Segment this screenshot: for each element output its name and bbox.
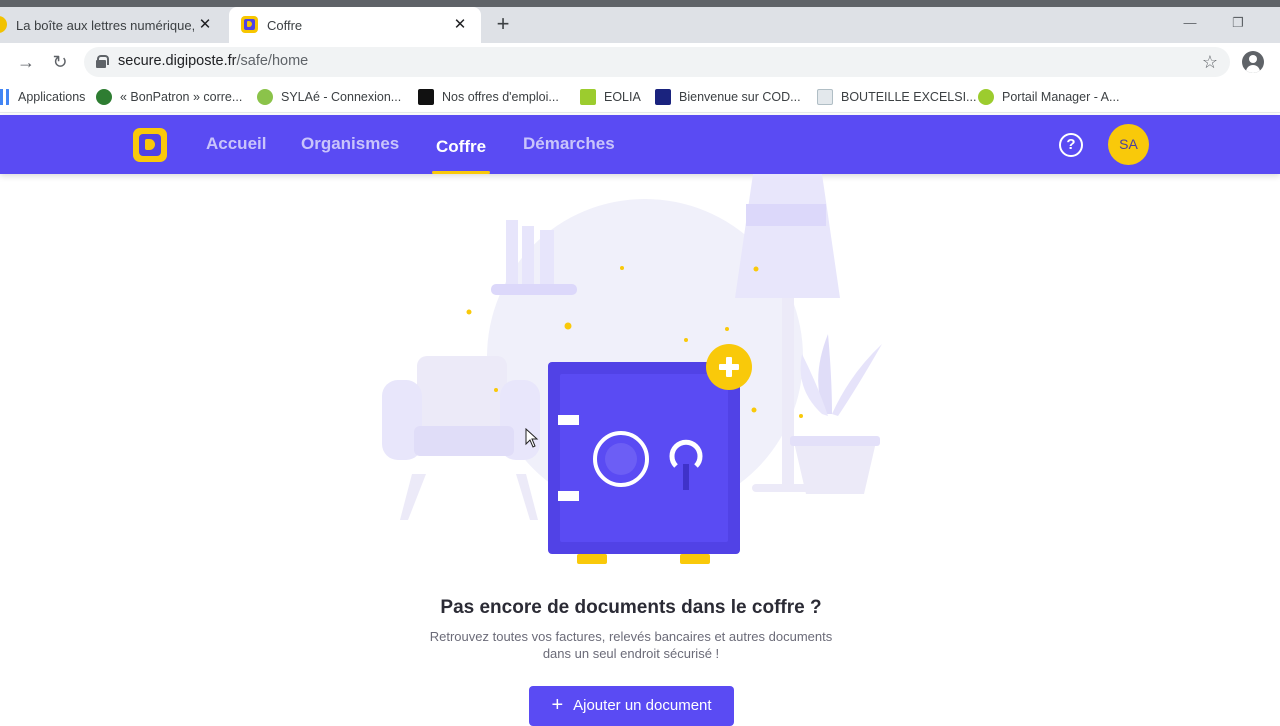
bookmark-sylae[interactable]: SYLAé - Connexion... bbox=[257, 88, 401, 106]
new-tab-button[interactable]: + bbox=[491, 12, 515, 36]
nav-accueil[interactable]: Accueil bbox=[206, 134, 266, 154]
plus-icon: + bbox=[551, 694, 564, 716]
mouse-cursor-icon bbox=[525, 428, 539, 448]
apps-grid-icon bbox=[0, 89, 10, 105]
sylae-logo-icon bbox=[257, 89, 273, 105]
lock-icon bbox=[96, 55, 109, 68]
document-page-icon bbox=[817, 89, 833, 105]
add-document-button[interactable]: + Ajouter un document bbox=[529, 686, 734, 726]
site-header: Accueil Organismes Coffre Démarches ? SA bbox=[0, 115, 1280, 174]
nav-demarches[interactable]: Démarches bbox=[523, 134, 615, 154]
profile-icon[interactable] bbox=[1242, 51, 1264, 73]
avatar[interactable]: SA bbox=[1108, 124, 1149, 165]
digiposte-logo-icon[interactable] bbox=[133, 128, 167, 162]
bookmark-bouteille[interactable]: BOUTEILLE EXCELSI... bbox=[817, 88, 976, 106]
bookmark-applications[interactable]: Applications bbox=[0, 88, 85, 106]
add-document-label: Ajouter un document bbox=[573, 696, 712, 714]
tab-strip: La boîte aux lettres numérique, in ✕ Cof… bbox=[0, 7, 1280, 43]
digiposte-favicon-icon bbox=[241, 16, 258, 33]
bookmark-eolia[interactable]: EOLIA bbox=[580, 88, 641, 106]
empty-safe-illustration bbox=[382, 174, 882, 564]
window-top-edge bbox=[0, 0, 1280, 7]
dark-square-logo-icon bbox=[418, 89, 434, 105]
tab-laposte[interactable]: La boîte aux lettres numérique, in ✕ bbox=[0, 7, 226, 43]
bookmark-cod[interactable]: Bienvenue sur COD... bbox=[655, 88, 801, 106]
browser-toolbar: → ↻ secure.digiposte.fr/safe/home ☆ bbox=[0, 43, 1280, 81]
check-badge-icon bbox=[96, 89, 112, 105]
navy-flag-icon bbox=[655, 89, 671, 105]
close-icon[interactable]: ✕ bbox=[451, 16, 469, 34]
runner-icon bbox=[978, 89, 994, 105]
restore-icon[interactable]: ❐ bbox=[1226, 13, 1250, 33]
bookmark-bonpatron[interactable]: « BonPatron » corre... bbox=[96, 88, 242, 106]
nav-coffre[interactable]: Coffre bbox=[436, 137, 486, 157]
bookmark-portail-manager[interactable]: Portail Manager - A... bbox=[978, 88, 1119, 106]
tab-title: Coffre bbox=[267, 17, 303, 33]
tab-coffre[interactable]: Coffre ✕ bbox=[229, 7, 481, 43]
forward-icon[interactable]: → bbox=[14, 50, 38, 74]
address-bar[interactable]: secure.digiposte.fr/safe/home ☆ bbox=[84, 47, 1230, 77]
bookmarks-bar: Applications « BonPatron » corre... SYLA… bbox=[0, 81, 1280, 113]
minimize-icon[interactable]: — bbox=[1178, 13, 1202, 33]
nav-organismes[interactable]: Organismes bbox=[301, 134, 399, 154]
help-icon[interactable]: ? bbox=[1059, 133, 1083, 157]
empty-state-description: Retrouvez toutes vos factures, relevés b… bbox=[429, 629, 833, 661]
url-text[interactable]: secure.digiposte.fr/safe/home bbox=[118, 53, 308, 69]
empty-state-title: Pas encore de documents dans le coffre ? bbox=[440, 597, 822, 618]
tab-title: La boîte aux lettres numérique, in bbox=[16, 17, 194, 33]
reload-icon[interactable]: ↻ bbox=[48, 50, 72, 74]
eolia-logo-icon bbox=[580, 89, 596, 105]
bookmark-star-icon[interactable]: ☆ bbox=[1198, 50, 1222, 74]
laposte-favicon-icon bbox=[0, 16, 7, 33]
bookmark-offres-emploi[interactable]: Nos offres d'emploi... bbox=[418, 88, 559, 106]
close-icon[interactable]: ✕ bbox=[196, 16, 214, 34]
